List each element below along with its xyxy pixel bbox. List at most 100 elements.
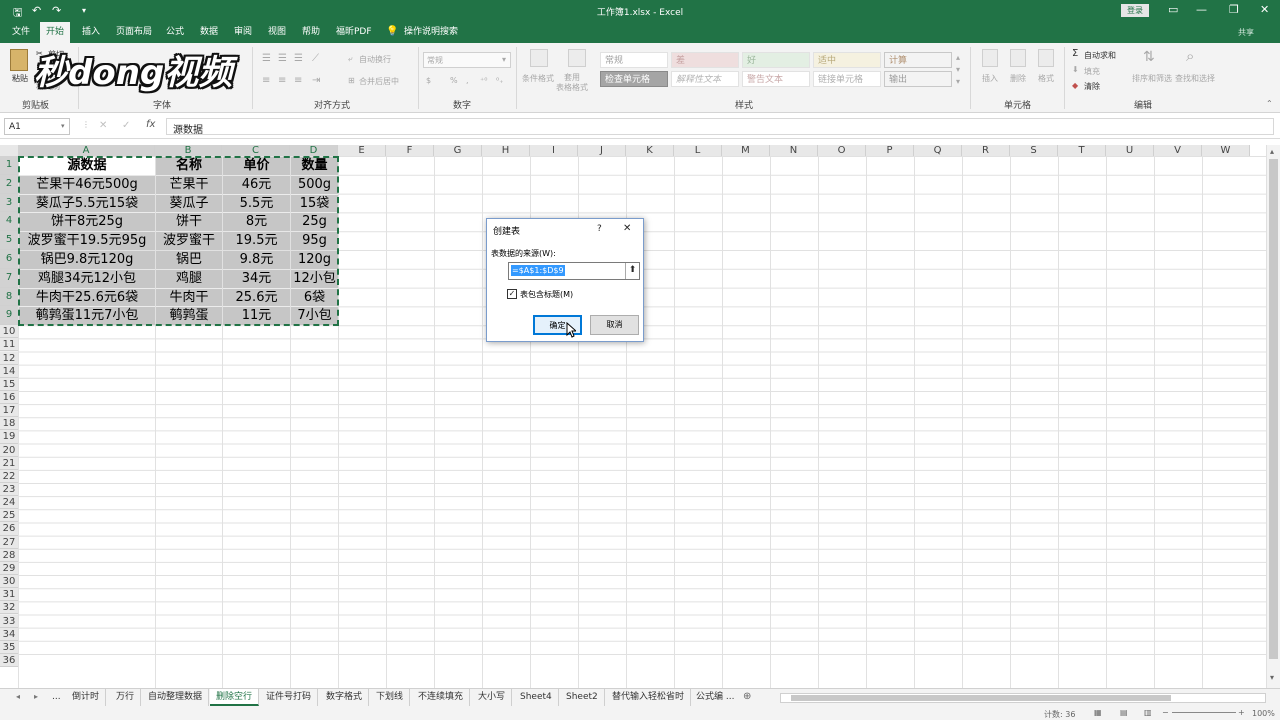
wrap-text-icon[interactable]: ⤶ bbox=[348, 54, 352, 64]
align-center-icon[interactable]: ≡ bbox=[278, 75, 286, 86]
table-header-cell[interactable]: 单价 bbox=[223, 157, 290, 175]
vertical-scrollbar[interactable]: ▴ ▾ bbox=[1266, 145, 1280, 688]
sort-filter-icon[interactable]: ⇅ bbox=[1143, 49, 1155, 65]
row-header[interactable]: 15 bbox=[0, 377, 18, 391]
sort-filter-button[interactable]: 排序和筛选 bbox=[1132, 73, 1172, 84]
row-header[interactable]: 23 bbox=[0, 483, 18, 497]
range-input[interactable]: =$A$1:$D$9 ⬆ bbox=[508, 262, 640, 280]
formula-input[interactable]: 源数据 bbox=[166, 118, 1274, 136]
styles-scroll-down-icon[interactable]: ▾ bbox=[956, 65, 960, 74]
table-cell[interactable]: 19.5元 bbox=[223, 232, 290, 250]
sheet-tab[interactable]: 倒计时 bbox=[66, 689, 107, 706]
row-header[interactable]: 22 bbox=[0, 469, 18, 483]
column-header[interactable]: C bbox=[222, 145, 290, 156]
paste-button[interactable]: 粘贴 bbox=[12, 73, 28, 84]
column-header[interactable]: P bbox=[866, 145, 914, 156]
find-select-button[interactable]: 查找和选择 bbox=[1175, 73, 1215, 84]
bottom-align-icon[interactable]: ☰ bbox=[294, 53, 303, 64]
column-header[interactable]: E bbox=[338, 145, 386, 156]
row-header[interactable]: 26 bbox=[0, 522, 18, 536]
table-cell[interactable]: 8元 bbox=[223, 213, 290, 232]
scroll-down-icon[interactable]: ▾ bbox=[1270, 673, 1274, 682]
sheet-tab[interactable]: 自动整理数据 bbox=[142, 689, 210, 706]
row-header[interactable]: 1 bbox=[0, 156, 18, 175]
row-header[interactable]: 27 bbox=[0, 535, 18, 549]
row-header[interactable]: 36 bbox=[0, 653, 18, 668]
delete-cells-button[interactable]: 删除 bbox=[1010, 73, 1026, 84]
orientation-icon[interactable]: ⟋ bbox=[312, 53, 319, 64]
column-header[interactable]: D bbox=[290, 145, 338, 156]
fill-button[interactable]: 填充 bbox=[1084, 66, 1100, 77]
sheet-tab[interactable]: 数字格式 bbox=[320, 689, 370, 706]
row-header[interactable]: 35 bbox=[0, 640, 18, 654]
table-cell[interactable]: 25.6元 bbox=[223, 288, 290, 307]
clear-icon[interactable]: ◆ bbox=[1072, 81, 1078, 90]
tab-home[interactable]: 开始 bbox=[40, 22, 71, 43]
horizontal-scroll-thumb[interactable] bbox=[791, 695, 1171, 701]
styles-more-icon[interactable]: ▾ bbox=[956, 77, 960, 86]
top-align-icon[interactable]: ☰ bbox=[262, 53, 271, 64]
tab-page-layout[interactable]: 页面布局 bbox=[110, 22, 158, 43]
styles-scroll-up-icon[interactable]: ▴ bbox=[956, 53, 960, 62]
row-header[interactable]: 6 bbox=[0, 250, 18, 269]
row-header[interactable]: 10 bbox=[0, 325, 18, 339]
table-cell[interactable]: 牛肉干 bbox=[156, 288, 222, 307]
table-header-cell[interactable]: 数量 bbox=[291, 157, 338, 175]
style-check-cell[interactable]: 检查单元格 bbox=[600, 71, 668, 87]
row-header[interactable]: 9 bbox=[0, 306, 18, 326]
table-cell[interactable]: 饼干 bbox=[156, 213, 222, 232]
table-cell[interactable]: 7小包 bbox=[291, 307, 338, 326]
table-cell[interactable]: 500g bbox=[291, 175, 338, 194]
tab-review[interactable]: 审阅 bbox=[228, 22, 258, 43]
table-cell[interactable]: 11元 bbox=[223, 307, 290, 326]
row-header[interactable]: 21 bbox=[0, 456, 18, 470]
row-header[interactable]: 28 bbox=[0, 548, 18, 562]
table-cell[interactable]: 46元 bbox=[223, 175, 290, 194]
row-header[interactable]: 4 bbox=[0, 212, 18, 232]
wrap-text-button[interactable]: 自动换行 bbox=[359, 54, 391, 65]
row-header[interactable]: 11 bbox=[0, 338, 18, 352]
row-header[interactable]: 12 bbox=[0, 351, 18, 365]
zoom-slider[interactable] bbox=[1172, 712, 1236, 713]
sheet-tab[interactable]: Sheet4 bbox=[514, 689, 559, 706]
zoom-level[interactable]: 100% bbox=[1252, 709, 1275, 718]
row-header[interactable]: 32 bbox=[0, 601, 18, 615]
row-header[interactable]: 2 bbox=[0, 174, 18, 194]
add-sheet-icon[interactable]: ⊕ bbox=[743, 691, 751, 702]
zoom-out-icon[interactable]: − bbox=[1162, 708, 1169, 717]
cancel-entry-icon[interactable]: ✕ bbox=[99, 120, 107, 131]
number-format-dropdown[interactable]: 常规 ▾ bbox=[423, 52, 511, 68]
style-normal[interactable]: 常规 bbox=[600, 52, 668, 68]
row-header[interactable]: 30 bbox=[0, 575, 18, 589]
normal-view-icon[interactable]: ▦ bbox=[1094, 708, 1102, 717]
style-calculation[interactable]: 计算 bbox=[884, 52, 952, 68]
login-button[interactable]: 登录 bbox=[1121, 4, 1149, 17]
table-cell[interactable]: 6袋 bbox=[291, 288, 338, 307]
next-sheet-icon[interactable]: ▸ bbox=[34, 692, 38, 701]
cancel-button[interactable]: 取消 bbox=[590, 315, 639, 335]
tab-view[interactable]: 视图 bbox=[262, 22, 292, 43]
table-cell[interactable]: 9.8元 bbox=[223, 251, 290, 269]
align-right-icon[interactable]: ≡ bbox=[294, 75, 302, 86]
format-as-table-button[interactable]: 套用 表格格式 bbox=[556, 73, 588, 93]
table-cell[interactable]: 5.5元 bbox=[223, 194, 290, 213]
table-cell[interactable]: 15袋 bbox=[291, 194, 338, 213]
column-header[interactable]: J bbox=[578, 145, 626, 156]
increase-decimal-icon[interactable]: ⁺⁰ bbox=[480, 76, 487, 85]
row-header[interactable]: 14 bbox=[0, 364, 18, 378]
autosum-icon[interactable]: Σ bbox=[1072, 48, 1078, 59]
table-cell[interactable]: 锅巴9.8元120g bbox=[19, 251, 155, 269]
row-header[interactable]: 17 bbox=[0, 404, 18, 418]
column-header[interactable]: M bbox=[722, 145, 770, 156]
sheet-tab[interactable]: 证件号打码 bbox=[260, 689, 319, 706]
row-header[interactable]: 31 bbox=[0, 588, 18, 602]
column-header[interactable]: I bbox=[530, 145, 578, 156]
table-header-cell[interactable]: 名称 bbox=[156, 157, 222, 175]
collapse-ribbon-icon[interactable]: ⌃ bbox=[1266, 99, 1273, 108]
scroll-up-icon[interactable]: ▴ bbox=[1270, 147, 1274, 156]
clear-button[interactable]: 清除 bbox=[1084, 81, 1100, 92]
column-header[interactable]: L bbox=[674, 145, 722, 156]
conditional-format-button[interactable]: 条件格式 bbox=[522, 73, 554, 84]
decrease-decimal-icon[interactable]: ⁰₊ bbox=[496, 76, 503, 85]
style-explanatory[interactable]: 解释性文本 bbox=[671, 71, 739, 87]
